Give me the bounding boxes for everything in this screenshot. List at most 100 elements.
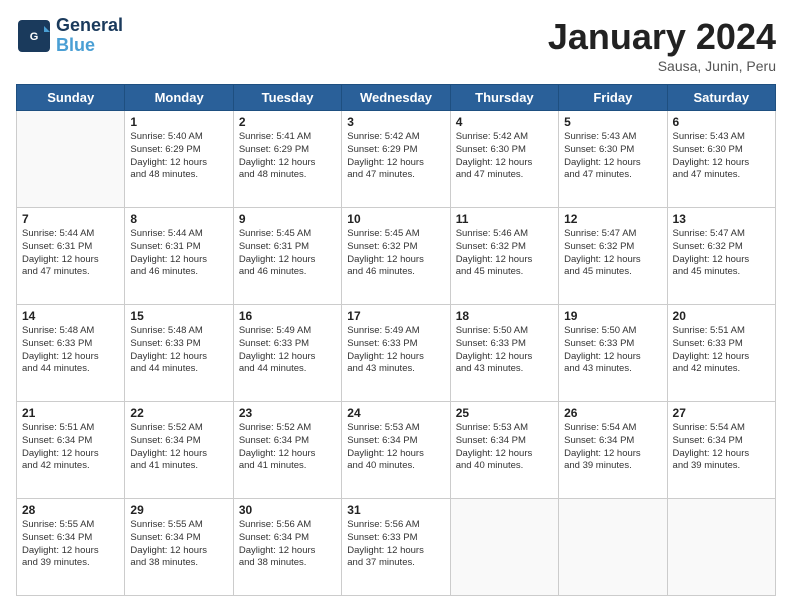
day-number: 16 xyxy=(239,309,336,323)
day-details: Sunrise: 5:50 AM Sunset: 6:33 PM Dayligh… xyxy=(564,325,661,376)
calendar-cell: 22 Sunrise: 5:52 AM Sunset: 6:34 PM Dayli… xyxy=(125,402,233,499)
day-number: 15 xyxy=(130,309,227,323)
page: G General Blue January 2024 Sausa, Junin… xyxy=(0,0,792,612)
day-details: Sunrise: 5:43 AM Sunset: 6:30 PM Dayligh… xyxy=(564,131,661,182)
calendar-week-4: 21 Sunrise: 5:51 AM Sunset: 6:34 PM Dayli… xyxy=(17,402,776,499)
day-number: 29 xyxy=(130,503,227,517)
calendar-cell: 26Sunrise: 5:54 AM Sunset: 6:34 PM Dayli… xyxy=(559,402,667,499)
month-title: January 2024 xyxy=(548,16,776,58)
calendar-cell: 14Sunrise: 5:48 AM Sunset: 6:33 PM Dayli… xyxy=(17,305,125,402)
calendar-cell: 25 Sunrise: 5:53 AM Sunset: 6:34 PM Dayli… xyxy=(450,402,558,499)
calendar-week-1: 1 Sunrise: 5:40 AM Sunset: 6:29 PM Daylig… xyxy=(17,111,776,208)
calendar-cell: 19 Sunrise: 5:50 AM Sunset: 6:33 PM Dayli… xyxy=(559,305,667,402)
calendar-cell: 11 Sunrise: 5:46 AM Sunset: 6:32 PM Dayli… xyxy=(450,208,558,305)
day-details: Sunrise: 5:43 AM Sunset: 6:30 PM Dayligh… xyxy=(673,131,770,182)
day-details: Sunrise: 5:45 AM Sunset: 6:31 PM Dayligh… xyxy=(239,228,336,279)
day-details: Sunrise: 5:55 AM Sunset: 6:34 PM Dayligh… xyxy=(130,519,227,570)
day-number: 27 xyxy=(673,406,770,420)
weekday-header-wednesday: Wednesday xyxy=(342,85,450,111)
day-number: 20 xyxy=(673,309,770,323)
calendar-body: 1 Sunrise: 5:40 AM Sunset: 6:29 PM Daylig… xyxy=(17,111,776,596)
day-details: Sunrise: 5:51 AM Sunset: 6:33 PM Dayligh… xyxy=(673,325,770,376)
day-number: 7 xyxy=(22,212,119,226)
calendar-cell: 15 Sunrise: 5:48 AM Sunset: 6:33 PM Dayli… xyxy=(125,305,233,402)
logo-general: General xyxy=(56,16,123,36)
day-number: 23 xyxy=(239,406,336,420)
calendar-cell: 12 Sunrise: 5:47 AM Sunset: 6:32 PM Dayli… xyxy=(559,208,667,305)
day-number: 19 xyxy=(564,309,661,323)
calendar-cell: 13Sunrise: 5:47 AM Sunset: 6:32 PM Dayli… xyxy=(667,208,775,305)
day-number: 18 xyxy=(456,309,553,323)
calendar-cell: 2Sunrise: 5:41 AM Sunset: 6:29 PM Daylig… xyxy=(233,111,341,208)
calendar-cell xyxy=(450,499,558,596)
day-details: Sunrise: 5:48 AM Sunset: 6:33 PM Dayligh… xyxy=(130,325,227,376)
day-details: Sunrise: 5:45 AM Sunset: 6:32 PM Dayligh… xyxy=(347,228,444,279)
weekday-header-sunday: Sunday xyxy=(17,85,125,111)
day-details: Sunrise: 5:44 AM Sunset: 6:31 PM Dayligh… xyxy=(22,228,119,279)
day-number: 31 xyxy=(347,503,444,517)
calendar-cell: 20 Sunrise: 5:51 AM Sunset: 6:33 PM Dayli… xyxy=(667,305,775,402)
day-details: Sunrise: 5:42 AM Sunset: 6:30 PM Dayligh… xyxy=(456,131,553,182)
logo-blue: Blue xyxy=(56,36,123,56)
day-number: 14 xyxy=(22,309,119,323)
calendar-cell: 7 Sunrise: 5:44 AM Sunset: 6:31 PM Daylig… xyxy=(17,208,125,305)
weekday-header-monday: Monday xyxy=(125,85,233,111)
calendar-cell: 18 Sunrise: 5:50 AM Sunset: 6:33 PM Dayli… xyxy=(450,305,558,402)
logo-icon: G xyxy=(16,18,52,54)
day-details: Sunrise: 5:40 AM Sunset: 6:29 PM Dayligh… xyxy=(130,131,227,182)
calendar-cell: 1 Sunrise: 5:40 AM Sunset: 6:29 PM Daylig… xyxy=(125,111,233,208)
day-details: Sunrise: 5:51 AM Sunset: 6:34 PM Dayligh… xyxy=(22,422,119,473)
day-number: 4 xyxy=(456,115,553,129)
day-number: 24 xyxy=(347,406,444,420)
day-number: 25 xyxy=(456,406,553,420)
day-details: Sunrise: 5:50 AM Sunset: 6:33 PM Dayligh… xyxy=(456,325,553,376)
day-details: Sunrise: 5:52 AM Sunset: 6:34 PM Dayligh… xyxy=(130,422,227,473)
weekday-header-friday: Friday xyxy=(559,85,667,111)
day-details: Sunrise: 5:53 AM Sunset: 6:34 PM Dayligh… xyxy=(456,422,553,473)
day-number: 9 xyxy=(239,212,336,226)
calendar-cell: 16 Sunrise: 5:49 AM Sunset: 6:33 PM Dayli… xyxy=(233,305,341,402)
calendar-cell: 28Sunrise: 5:55 AM Sunset: 6:34 PM Dayli… xyxy=(17,499,125,596)
calendar-cell: 3 Sunrise: 5:42 AM Sunset: 6:29 PM Daylig… xyxy=(342,111,450,208)
day-details: Sunrise: 5:49 AM Sunset: 6:33 PM Dayligh… xyxy=(239,325,336,376)
day-number: 28 xyxy=(22,503,119,517)
day-details: Sunrise: 5:54 AM Sunset: 6:34 PM Dayligh… xyxy=(673,422,770,473)
day-number: 5 xyxy=(564,115,661,129)
day-number: 22 xyxy=(130,406,227,420)
day-number: 3 xyxy=(347,115,444,129)
day-number: 1 xyxy=(130,115,227,129)
day-details: Sunrise: 5:47 AM Sunset: 6:32 PM Dayligh… xyxy=(673,228,770,279)
calendar-cell xyxy=(667,499,775,596)
calendar-week-3: 14 Sunrise: 5:48 AM Sunset: 6:33 PM Dayli… xyxy=(17,305,776,402)
calendar-week-5: 28 Sunrise: 5:55 AM Sunset: 6:34 PM Dayli… xyxy=(17,499,776,596)
calendar-week-2: 7 Sunrise: 5:44 AM Sunset: 6:31 PM Daylig… xyxy=(17,208,776,305)
day-number: 26 xyxy=(564,406,661,420)
calendar-cell: 5 Sunrise: 5:43 AM Sunset: 6:30 PM Daylig… xyxy=(559,111,667,208)
day-details: Sunrise: 5:53 AM Sunset: 6:34 PM Dayligh… xyxy=(347,422,444,473)
day-details: Sunrise: 5:44 AM Sunset: 6:31 PM Dayligh… xyxy=(130,228,227,279)
day-number: 12 xyxy=(564,212,661,226)
day-details: Sunrise: 5:56 AM Sunset: 6:33 PM Dayligh… xyxy=(347,519,444,570)
day-number: 21 xyxy=(22,406,119,420)
calendar-cell: 31 Sunrise: 5:56 AM Sunset: 6:33 PM Dayli… xyxy=(342,499,450,596)
calendar-cell: 10 Sunrise: 5:45 AM Sunset: 6:32 PM Dayli… xyxy=(342,208,450,305)
day-number: 6 xyxy=(673,115,770,129)
weekday-header-tuesday: Tuesday xyxy=(233,85,341,111)
day-number: 11 xyxy=(456,212,553,226)
day-number: 30 xyxy=(239,503,336,517)
calendar-cell: 21 Sunrise: 5:51 AM Sunset: 6:34 PM Dayli… xyxy=(17,402,125,499)
day-details: Sunrise: 5:42 AM Sunset: 6:29 PM Dayligh… xyxy=(347,131,444,182)
weekday-header-thursday: Thursday xyxy=(450,85,558,111)
header: G General Blue January 2024 Sausa, Junin… xyxy=(16,16,776,74)
day-details: Sunrise: 5:47 AM Sunset: 6:32 PM Dayligh… xyxy=(564,228,661,279)
calendar-cell xyxy=(17,111,125,208)
calendar-cell xyxy=(559,499,667,596)
weekday-header-saturday: Saturday xyxy=(667,85,775,111)
day-details: Sunrise: 5:52 AM Sunset: 6:34 PM Dayligh… xyxy=(239,422,336,473)
day-details: Sunrise: 5:49 AM Sunset: 6:33 PM Dayligh… xyxy=(347,325,444,376)
calendar-cell: 23 Sunrise: 5:52 AM Sunset: 6:34 PM Dayli… xyxy=(233,402,341,499)
calendar-cell: 8Sunrise: 5:44 AM Sunset: 6:31 PM Daylig… xyxy=(125,208,233,305)
calendar-cell: 4 Sunrise: 5:42 AM Sunset: 6:30 PM Daylig… xyxy=(450,111,558,208)
day-details: Sunrise: 5:46 AM Sunset: 6:32 PM Dayligh… xyxy=(456,228,553,279)
day-number: 10 xyxy=(347,212,444,226)
